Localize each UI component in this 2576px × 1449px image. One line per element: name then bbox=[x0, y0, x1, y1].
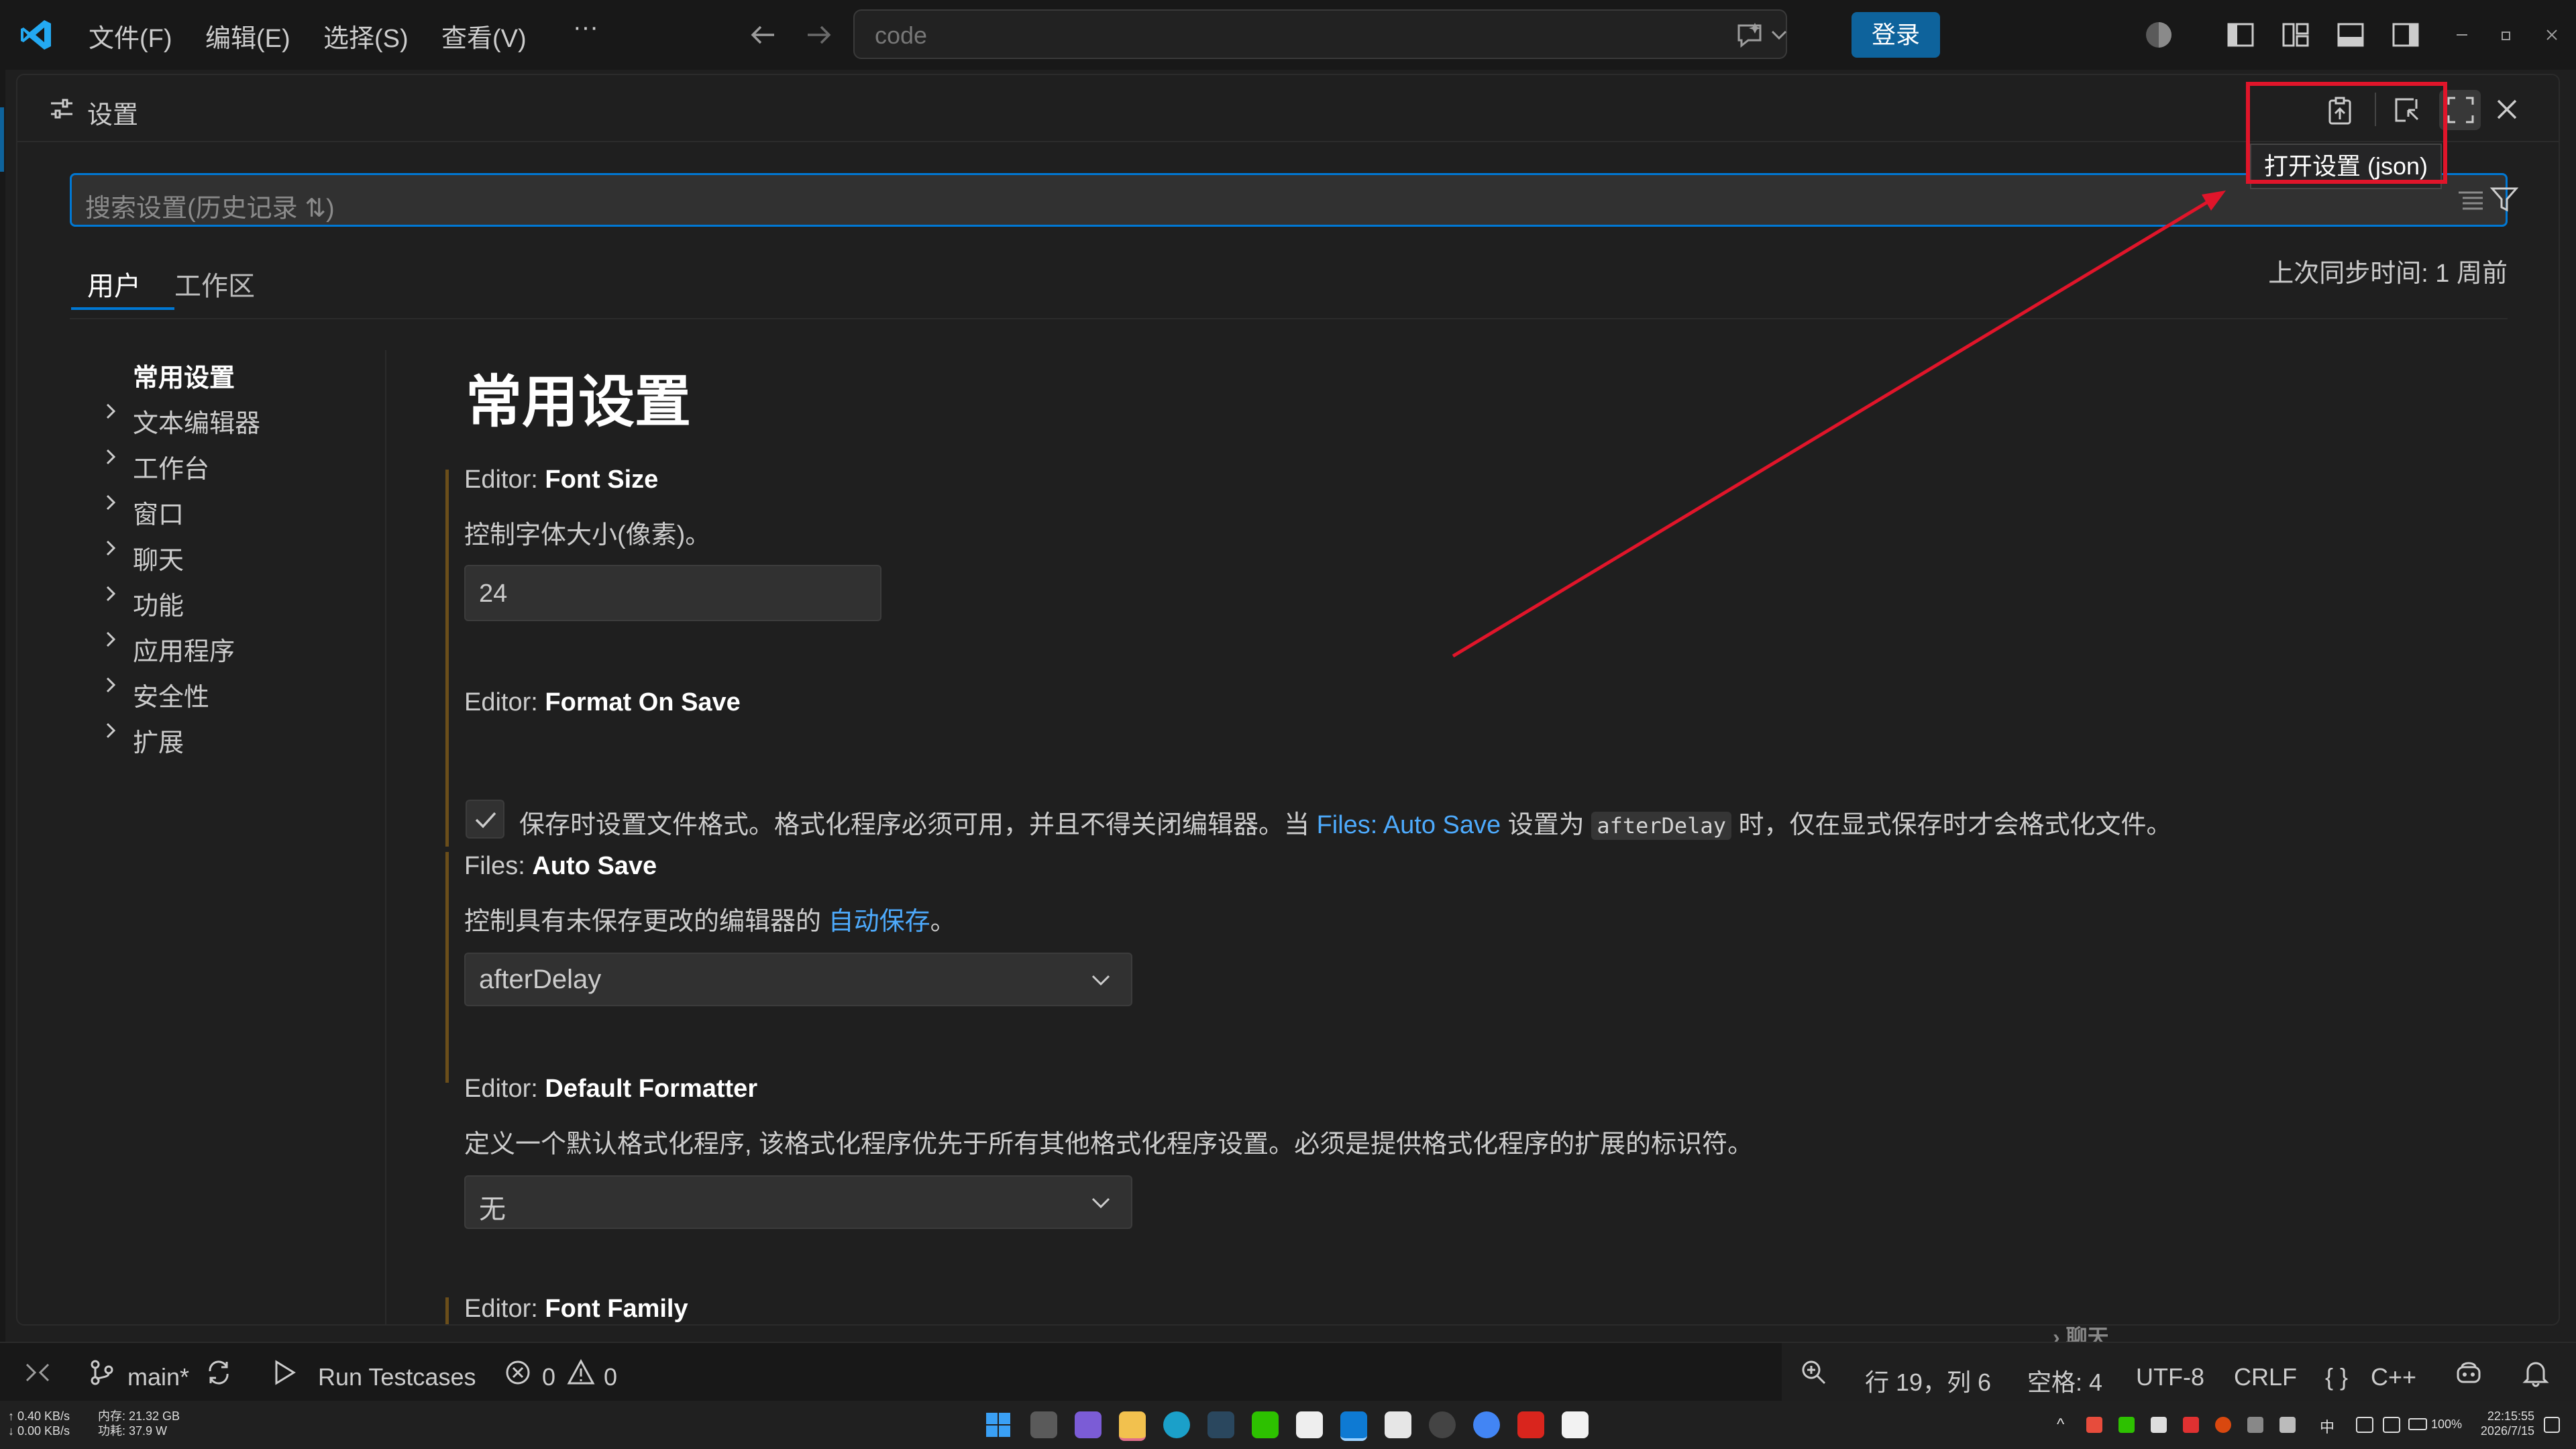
file-explorer-icon[interactable] bbox=[1119, 1411, 1146, 1441]
error-icon[interactable] bbox=[504, 1359, 531, 1386]
qq-icon[interactable] bbox=[1296, 1411, 1323, 1438]
task-view-icon[interactable] bbox=[1030, 1411, 1057, 1438]
tray-app-icon[interactable] bbox=[2151, 1417, 2167, 1433]
cursor-position[interactable]: 行 19，列 6 bbox=[1865, 1363, 1991, 1398]
chatgpt-icon[interactable] bbox=[1429, 1411, 1456, 1438]
edge-browser-icon[interactable] bbox=[1163, 1411, 1190, 1438]
run-testcases[interactable]: Run Testcases bbox=[318, 1363, 476, 1391]
encoding[interactable]: UTF-8 bbox=[2136, 1363, 2204, 1391]
tray-wechat-icon[interactable] bbox=[2118, 1417, 2135, 1433]
windows-taskbar: ↑ 0.40 KB/s ↓ 0.00 KB/s 内存: 21.32 GB 功耗:… bbox=[0, 1401, 2576, 1449]
error-count[interactable]: 0 bbox=[542, 1363, 555, 1391]
net-speed: ↑ 0.40 KB/s ↓ 0.00 KB/s bbox=[8, 1409, 70, 1438]
status-bar: main* Run Testcases 0 0 行 19，列 6 空格: 4 U… bbox=[0, 1342, 2576, 1402]
wechat-icon[interactable] bbox=[1252, 1411, 1279, 1438]
copilot-app-icon[interactable] bbox=[1075, 1411, 1102, 1438]
battery-level: 100% bbox=[2431, 1417, 2463, 1431]
volume-icon[interactable] bbox=[2383, 1417, 2400, 1433]
system-stats: 内存: 21.32 GB 功耗: 37.9 W bbox=[98, 1409, 180, 1438]
zoom-icon[interactable] bbox=[1799, 1358, 1829, 1387]
pdf-reader-icon[interactable] bbox=[1517, 1411, 1544, 1438]
copilot-status-icon[interactable] bbox=[2453, 1356, 2485, 1389]
sync-icon[interactable] bbox=[204, 1358, 233, 1387]
warning-count[interactable]: 0 bbox=[604, 1363, 617, 1391]
tray-app-icon[interactable] bbox=[2086, 1417, 2102, 1433]
line-ending[interactable]: CRLF bbox=[2234, 1363, 2297, 1391]
steam-icon[interactable] bbox=[1208, 1411, 1234, 1438]
run-icon[interactable] bbox=[270, 1358, 299, 1387]
windows-start-icon[interactable] bbox=[985, 1411, 1012, 1438]
power-usage: 功耗: 37.9 W bbox=[98, 1424, 168, 1438]
tray-app-icon[interactable] bbox=[2215, 1417, 2231, 1433]
tray-ime-icon[interactable]: 中 bbox=[2320, 1415, 2334, 1437]
wifi-icon[interactable] bbox=[2356, 1417, 2373, 1433]
braces-icon: { } bbox=[2325, 1363, 2349, 1391]
indentation[interactable]: 空格: 4 bbox=[2027, 1363, 2102, 1398]
vscode-taskbar-icon[interactable] bbox=[1340, 1411, 1367, 1441]
net-down: ↓ 0.00 KB/s bbox=[8, 1424, 70, 1438]
chrome-icon[interactable] bbox=[1473, 1411, 1500, 1438]
notepad-icon[interactable] bbox=[1562, 1411, 1589, 1438]
tray-app-icon[interactable] bbox=[2183, 1417, 2199, 1433]
warning-icon[interactable] bbox=[566, 1358, 596, 1387]
clock-time: 22:15:55 bbox=[2487, 1409, 2534, 1423]
memory-usage: 内存: 21.32 GB bbox=[98, 1409, 180, 1423]
notification-center-icon[interactable] bbox=[2544, 1417, 2560, 1433]
remote-icon[interactable] bbox=[23, 1358, 52, 1387]
store-icon[interactable] bbox=[1385, 1411, 1411, 1438]
language-mode[interactable]: C++ bbox=[2371, 1363, 2416, 1391]
tray-app-icon[interactable] bbox=[2279, 1417, 2296, 1433]
tray-chevron-up-icon[interactable]: ^ bbox=[2057, 1415, 2064, 1434]
tray-keyboard-icon[interactable] bbox=[2247, 1417, 2263, 1433]
net-up: ↑ 0.40 KB/s bbox=[8, 1409, 70, 1423]
notifications-bell-icon[interactable] bbox=[2521, 1358, 2551, 1387]
battery-icon[interactable] bbox=[2408, 1418, 2427, 1430]
clock-date: 2026/7/15 bbox=[2480, 1424, 2534, 1438]
source-control-branch-icon[interactable] bbox=[87, 1358, 117, 1387]
branch-name[interactable]: main* bbox=[127, 1363, 189, 1391]
clock[interactable]: 22:15:55 2026/7/15 bbox=[2477, 1409, 2534, 1438]
annotation-arrow bbox=[1452, 191, 2226, 658]
